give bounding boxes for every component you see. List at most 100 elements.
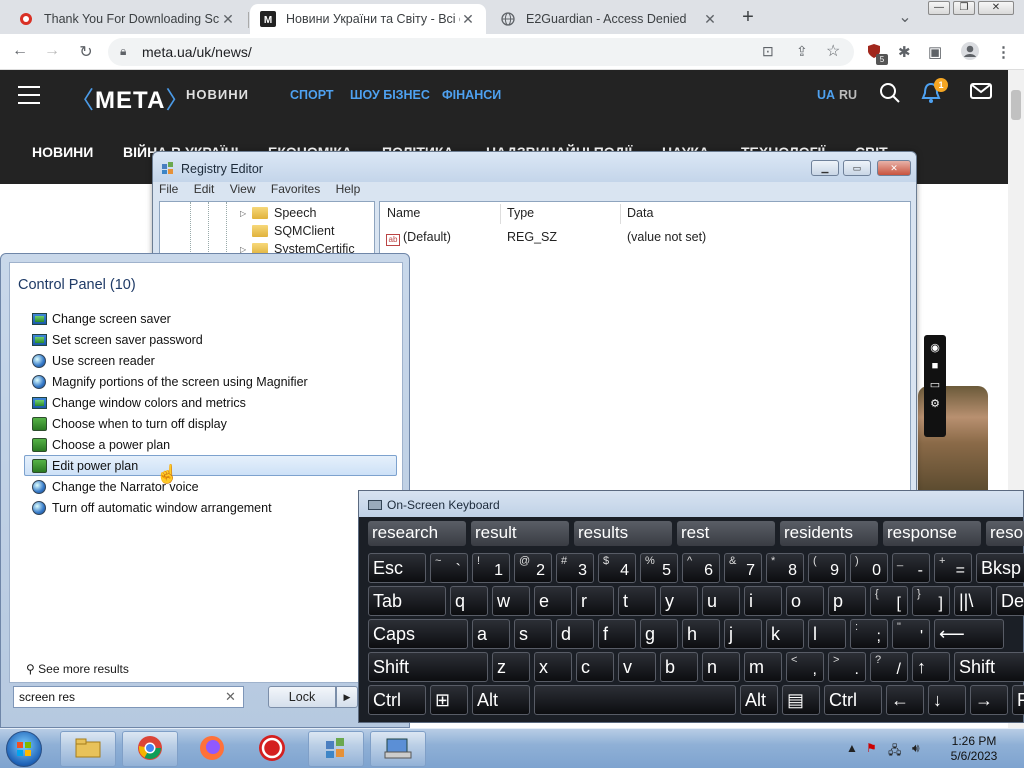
key[interactable]: a bbox=[472, 619, 510, 649]
key[interactable]: Del bbox=[996, 586, 1024, 616]
address-bar[interactable]: 🔒︎ meta.ua/uk/news/ ⊡ ⇪ ☆ bbox=[108, 38, 854, 66]
taskbar-recorder[interactable] bbox=[244, 731, 300, 767]
settings-gear-icon[interactable]: ⚙ bbox=[924, 397, 946, 410]
key[interactable]: p bbox=[828, 586, 866, 616]
tree-item-sqmclient[interactable]: SQMClient bbox=[240, 222, 334, 240]
control-panel-result[interactable]: Edit power plan bbox=[24, 455, 397, 476]
key[interactable]: m bbox=[744, 652, 782, 682]
key[interactable]: Shift bbox=[368, 652, 488, 682]
action-center-icon[interactable]: ⚑ bbox=[866, 741, 877, 755]
reload-icon[interactable]: ↻ bbox=[76, 42, 96, 62]
close-tab-icon[interactable]: ✕ bbox=[460, 11, 476, 28]
key-symbol[interactable]: ^ 6 bbox=[682, 553, 720, 583]
key[interactable]: ||\ bbox=[954, 586, 992, 616]
topnav-finance[interactable]: ФІНАНСИ bbox=[442, 88, 501, 102]
shutdown-options-button[interactable]: ▶ bbox=[336, 686, 358, 708]
restore-button[interactable]: ❐ bbox=[953, 1, 975, 15]
window-icon[interactable]: ▭ bbox=[924, 378, 946, 391]
expand-arrow-icon[interactable]: ▷ bbox=[240, 209, 252, 218]
key[interactable]: ▤ bbox=[782, 685, 820, 715]
search-icon[interactable] bbox=[879, 82, 901, 110]
key[interactable]: f bbox=[598, 619, 636, 649]
menu-edit[interactable]: Edit bbox=[194, 182, 215, 196]
key[interactable]: o bbox=[786, 586, 824, 616]
lock-button[interactable]: Lock bbox=[268, 686, 336, 708]
key[interactable]: Alt bbox=[472, 685, 530, 715]
taskbar-regedit[interactable] bbox=[308, 731, 364, 767]
site-logo[interactable]: 〈МЕТА〉 bbox=[70, 80, 190, 115]
key-symbol[interactable]: ! 1 bbox=[472, 553, 510, 583]
control-panel-result[interactable]: Set screen saver password bbox=[24, 329, 397, 350]
key[interactable]: Caps bbox=[368, 619, 468, 649]
key[interactable]: Shift bbox=[954, 652, 1024, 682]
taskbar-osk[interactable] bbox=[370, 731, 426, 767]
system-clock[interactable]: 1:26 PM 5/6/2023 bbox=[944, 734, 1004, 764]
menu-help[interactable]: Help bbox=[336, 182, 361, 196]
key[interactable]: j bbox=[724, 619, 762, 649]
key[interactable]: Esc bbox=[368, 553, 426, 583]
topnav-show-business[interactable]: ШОУ БІЗНЕС bbox=[350, 88, 430, 102]
key-symbol[interactable]: % 5 bbox=[640, 553, 678, 583]
taskbar-chrome[interactable] bbox=[122, 731, 178, 767]
new-tab-button[interactable]: + bbox=[738, 6, 758, 29]
key[interactable]: l bbox=[808, 619, 846, 649]
key[interactable]: y bbox=[660, 586, 698, 616]
tree-item-speech[interactable]: ▷ Speech bbox=[240, 204, 316, 222]
key-symbol[interactable]: (9 bbox=[808, 553, 846, 583]
key[interactable]: Ctrl bbox=[368, 685, 426, 715]
control-panel-result[interactable]: Turn off automatic window arrangement bbox=[24, 497, 397, 518]
key-symbol[interactable]: @2 bbox=[514, 553, 552, 583]
key-symbol[interactable]: " ' bbox=[892, 619, 930, 649]
key[interactable]: ← bbox=[886, 685, 924, 715]
key-symbol[interactable]: * 8 bbox=[766, 553, 804, 583]
key[interactable]: k bbox=[766, 619, 804, 649]
close-button[interactable]: ✕ bbox=[877, 160, 911, 176]
key-symbol[interactable]: ) 0 bbox=[850, 553, 888, 583]
category-news[interactable]: НОВИНИ bbox=[32, 144, 93, 160]
key-symbol[interactable]: $4 bbox=[598, 553, 636, 583]
side-panel-icon[interactable]: ▣ bbox=[928, 43, 942, 61]
key-symbol[interactable]: #3 bbox=[556, 553, 594, 583]
clear-search-icon[interactable]: ✕ bbox=[225, 689, 236, 705]
key[interactable]: n bbox=[702, 652, 740, 682]
key-symbol[interactable]: >. bbox=[828, 652, 866, 682]
osk-titlebar[interactable]: On-Screen Keyboard bbox=[359, 491, 1023, 517]
word-suggestion[interactable]: response bbox=[883, 521, 981, 546]
key-symbol[interactable]: <, bbox=[786, 652, 824, 682]
control-panel-result[interactable]: Change screen saver bbox=[24, 308, 397, 329]
key[interactable]: x bbox=[534, 652, 572, 682]
taskbar-firefox[interactable] bbox=[184, 731, 240, 767]
control-panel-result[interactable]: Change the Narrator voice bbox=[24, 476, 397, 497]
word-suggestion[interactable]: results bbox=[574, 521, 672, 546]
key[interactable]: ⟵ bbox=[934, 619, 1004, 649]
column-header-type[interactable]: Type bbox=[507, 206, 534, 220]
value-name-cell[interactable]: ab (Default) bbox=[386, 230, 451, 246]
menu-view[interactable]: View bbox=[230, 182, 256, 196]
lock-icon[interactable]: 🔒︎ bbox=[120, 44, 126, 59]
key[interactable]: d bbox=[556, 619, 594, 649]
minimize-button[interactable]: ▁ bbox=[811, 160, 839, 176]
see-more-results-link[interactable]: ⚲ See more results bbox=[26, 662, 129, 676]
key-symbol[interactable]: ? / bbox=[870, 652, 908, 682]
tab-e2guardian[interactable]: E2Guardian - Access Denied ✕ bbox=[490, 4, 728, 34]
key[interactable]: Tab bbox=[368, 586, 446, 616]
control-panel-result[interactable]: Choose when to turn off display bbox=[24, 413, 397, 434]
key[interactable]: v bbox=[618, 652, 656, 682]
control-panel-result[interactable]: Magnify portions of the screen using Mag… bbox=[24, 371, 397, 392]
translate-icon[interactable]: ⊡ bbox=[762, 43, 774, 60]
key-symbol[interactable]: }] bbox=[912, 586, 950, 616]
lang-ru[interactable]: RU bbox=[839, 88, 857, 102]
word-suggestion[interactable]: research bbox=[368, 521, 466, 546]
word-suggestion[interactable]: resource bbox=[986, 521, 1024, 546]
key-symbol[interactable]: & 7 bbox=[724, 553, 762, 583]
chrome-menu-icon[interactable]: ⋮ bbox=[996, 43, 1011, 61]
hamburger-menu-icon[interactable] bbox=[18, 86, 40, 110]
column-header-name[interactable]: Name bbox=[387, 206, 420, 220]
topnav-sport[interactable]: СПОРТ bbox=[290, 88, 334, 102]
network-icon[interactable]: 🖧︎ bbox=[888, 741, 901, 762]
control-panel-result[interactable]: Choose a power plan bbox=[24, 434, 397, 455]
word-suggestion[interactable]: result bbox=[471, 521, 569, 546]
back-icon[interactable]: ← bbox=[10, 42, 30, 60]
registry-values-list[interactable]: Name Type Data ab (Default) REG_SZ (value… bbox=[379, 201, 911, 497]
key-symbol[interactable]: :; bbox=[850, 619, 888, 649]
